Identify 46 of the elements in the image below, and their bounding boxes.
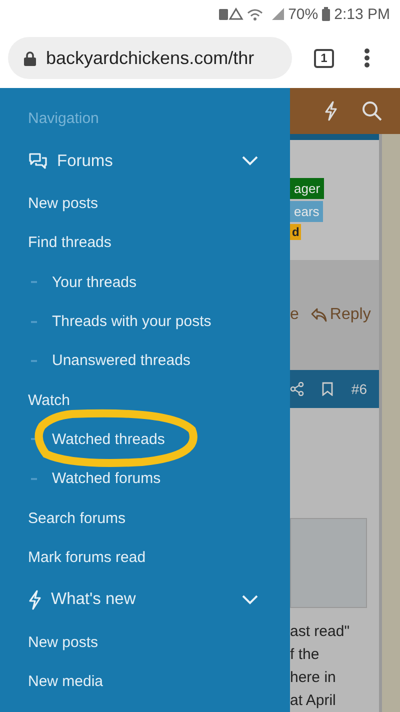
chevron-icon[interactable] (242, 594, 258, 605)
user-banner: ears (290, 201, 324, 222)
dash-icon (31, 438, 37, 440)
dash-icon (31, 478, 37, 480)
user-banner: d (290, 224, 302, 240)
section-link[interactable]: Forums (57, 152, 113, 170)
nav-link[interactable]: New posts (28, 634, 98, 652)
post-number[interactable]: #6 (351, 381, 367, 397)
address-bar[interactable]: backyardchickens.com/thr (8, 37, 292, 79)
dash-icon (31, 281, 37, 284)
tab-count-button[interactable]: 1 (314, 48, 334, 68)
dash-icon (31, 360, 37, 362)
action-link[interactable]: e (290, 306, 299, 324)
nav-link[interactable]: New posts (28, 195, 98, 212)
nav-link[interactable]: Your threads (52, 274, 137, 291)
share-icon[interactable] (290, 382, 304, 396)
reply-arrow-icon (310, 308, 327, 322)
clock: 2:13 PM (334, 6, 390, 22)
chevron-icon[interactable] (242, 156, 258, 166)
nav-link[interactable]: Watched forums (52, 470, 161, 488)
nav-link[interactable]: Search forums (28, 510, 126, 527)
nav-link[interactable]: Unanswered threads (52, 352, 190, 370)
lightning-icon[interactable] (324, 101, 338, 121)
drawer-heading: Navigation (27, 110, 100, 129)
chat-bubbles-icon (28, 152, 48, 170)
battery-percent: 70% (288, 6, 318, 22)
user-banner: ager (290, 178, 324, 199)
nav-link[interactable]: Find threads (28, 234, 112, 252)
nav-link[interactable]: Mark forums read (28, 548, 146, 566)
search-icon[interactable] (362, 101, 382, 121)
signal-icon (272, 8, 284, 20)
dash-icon (31, 320, 37, 323)
post-text: ast read" (290, 622, 351, 642)
reply-link[interactable]: Reply (310, 306, 371, 324)
lock-icon (24, 50, 36, 66)
section-link[interactable]: What's new (51, 590, 136, 610)
nav-link[interactable]: Watch (28, 392, 70, 409)
nav-link[interactable]: New media (28, 673, 104, 690)
nav-link[interactable]: Threads with your posts (52, 313, 212, 330)
post-text: at April (290, 691, 337, 711)
battery-icon (322, 7, 330, 21)
lightning-icon (28, 590, 42, 610)
bookmark-icon[interactable] (322, 382, 334, 396)
more-menu-icon[interactable] (364, 48, 370, 68)
post-text: f the (290, 645, 320, 665)
post-text: here in (290, 668, 337, 688)
